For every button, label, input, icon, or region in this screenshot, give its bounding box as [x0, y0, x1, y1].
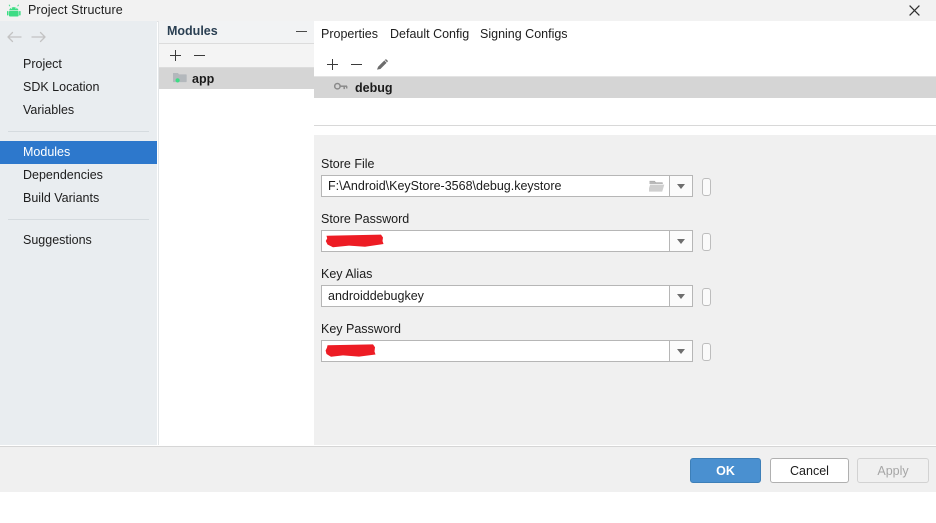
- remove-signing-config-button[interactable]: [347, 55, 366, 74]
- key-password-input[interactable]: [321, 340, 669, 362]
- field-key-password: Key Password: [321, 322, 711, 362]
- redaction-mark: [325, 233, 385, 249]
- key-alias-value: androiddebugkey: [328, 289, 424, 303]
- key-alias-variable-selector[interactable]: [702, 288, 711, 306]
- sidebar-item-build-variants[interactable]: Build Variants: [0, 187, 157, 210]
- content-pane: Properties Default Config Signing Config…: [314, 21, 936, 445]
- apply-button: Apply: [857, 458, 929, 483]
- signing-config-item-debug[interactable]: debug: [314, 77, 936, 98]
- close-button[interactable]: [892, 0, 936, 21]
- sidebar-item-modules[interactable]: Modules: [0, 141, 157, 164]
- chevron-down-icon: [677, 348, 685, 354]
- key-icon: [333, 81, 348, 95]
- sidebar-item-variables[interactable]: Variables: [0, 99, 157, 122]
- signing-config-item-label: debug: [355, 80, 393, 95]
- tab-properties[interactable]: Properties: [321, 27, 378, 52]
- minus-icon: [194, 55, 205, 56]
- title-bar: Project Structure: [0, 0, 936, 22]
- window-title: Project Structure: [28, 3, 123, 17]
- sidebar-item-suggestions[interactable]: Suggestions: [0, 229, 157, 252]
- ok-button[interactable]: OK: [690, 458, 761, 483]
- android-robot-icon: [7, 4, 22, 18]
- key-password-dropdown-button[interactable]: [669, 340, 693, 362]
- field-label-store-file: Store File: [321, 157, 375, 171]
- arrow-left-icon: [7, 31, 22, 43]
- back-button[interactable]: [3, 27, 25, 47]
- field-store-password: Store Password: [321, 212, 711, 252]
- project-structure-dialog: Project Structure Project SDK Location V…: [0, 0, 936, 523]
- minimize-icon[interactable]: [296, 31, 307, 32]
- field-label-store-password: Store Password: [321, 212, 410, 226]
- sidebar: Project SDK Location Variables Modules D…: [0, 21, 157, 445]
- modules-panel: Modules app: [158, 21, 315, 445]
- chevron-down-icon: [677, 183, 685, 189]
- tab-default-config[interactable]: Default Config: [390, 27, 469, 52]
- key-alias-dropdown-button[interactable]: [669, 285, 693, 307]
- redaction-mark: [325, 343, 377, 359]
- signing-configs-toolbar: [314, 52, 936, 77]
- close-icon: [908, 5, 920, 16]
- chevron-down-icon: [677, 238, 685, 244]
- key-password-variable-selector[interactable]: [702, 343, 711, 361]
- module-list-item-label: app: [192, 71, 215, 86]
- field-label-key-alias: Key Alias: [321, 267, 373, 281]
- pencil-icon: [377, 59, 388, 70]
- chevron-down-icon: [677, 293, 685, 299]
- forward-button[interactable]: [28, 27, 50, 47]
- sidebar-item-project[interactable]: Project: [0, 53, 157, 76]
- signing-configs-list: debug: [314, 77, 936, 126]
- tab-bar: Properties Default Config Signing Config…: [314, 21, 936, 57]
- remove-module-button[interactable]: [190, 46, 209, 65]
- sidebar-item-dependencies[interactable]: Dependencies: [0, 164, 157, 187]
- edit-signing-config-button[interactable]: [373, 55, 392, 74]
- nav-history-buttons: [0, 24, 157, 50]
- store-file-value: F:\Android\KeyStore-3568\debug.keystore: [328, 179, 562, 193]
- folder-browse-icon[interactable]: [648, 179, 665, 194]
- store-password-variable-selector[interactable]: [702, 233, 711, 251]
- store-password-dropdown-button[interactable]: [669, 230, 693, 252]
- store-file-dropdown-button[interactable]: [669, 175, 693, 197]
- minus-icon: [351, 64, 362, 65]
- add-module-button[interactable]: [166, 46, 185, 65]
- module-list-item-app[interactable]: app: [159, 68, 314, 89]
- store-password-input[interactable]: [321, 230, 669, 252]
- store-file-variable-selector[interactable]: [702, 178, 711, 196]
- sidebar-separator-1: [8, 131, 149, 132]
- field-store-file: Store File F:\Android\KeyStore-3568\debu…: [321, 157, 711, 197]
- store-file-input[interactable]: F:\Android\KeyStore-3568\debug.keystore: [321, 175, 669, 197]
- signing-config-form: Store File F:\Android\KeyStore-3568\debu…: [314, 135, 936, 445]
- modules-toolbar: [159, 44, 314, 68]
- add-signing-config-button[interactable]: [323, 55, 342, 74]
- module-folder-icon: [172, 71, 187, 86]
- plus-icon: [327, 59, 338, 70]
- cancel-button[interactable]: Cancel: [770, 458, 849, 483]
- arrow-right-icon: [31, 31, 46, 43]
- sidebar-separator-2: [8, 219, 149, 220]
- dialog-button-bar: OK Cancel Apply: [0, 446, 936, 492]
- key-alias-input[interactable]: androiddebugkey: [321, 285, 669, 307]
- sidebar-nav-list: Project SDK Location Variables Modules D…: [0, 53, 157, 252]
- sidebar-item-sdk-location[interactable]: SDK Location: [0, 76, 157, 99]
- modules-panel-header: Modules: [159, 21, 314, 44]
- field-label-key-password: Key Password: [321, 322, 401, 336]
- field-key-alias: Key Alias androiddebugkey: [321, 267, 711, 307]
- plus-icon: [170, 50, 181, 61]
- modules-panel-title: Modules: [167, 24, 218, 38]
